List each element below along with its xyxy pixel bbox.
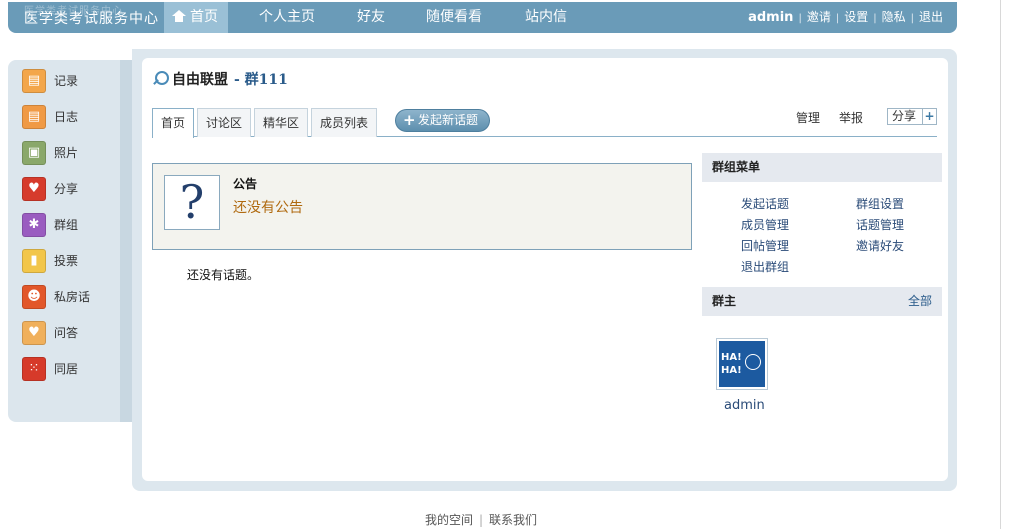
group-icon: ✱ [22,213,46,237]
privacy-link[interactable]: 隐私 [882,10,906,24]
nav-home[interactable]: 首页 [164,2,228,33]
sidebar-item-label: 投票 [54,254,79,268]
user-links: admin | 邀请 | 设置 | 隐私 | 退出 [748,10,943,25]
nav-explore[interactable]: 随便看看 [426,2,482,33]
plus-icon: + [403,111,416,129]
logout-link[interactable]: 退出 [919,10,943,24]
avatar[interactable]: HA! HA! [716,338,768,390]
owner-header: 群主 全部 [702,287,942,316]
nav-messages[interactable]: 站内信 [525,2,567,33]
tab-discussion[interactable]: 讨论区 [197,108,252,137]
page-edge-divider [1000,0,1001,529]
menu-leave-group[interactable]: 退出群组 [741,258,789,275]
sidebar-item-label: 群组 [54,218,79,232]
group-menu-title: 群组菜单 [712,160,761,174]
settings-link[interactable]: 设置 [844,10,868,24]
sidebar-item-label: 同居 [54,362,79,376]
share-label: 分享 [892,109,917,123]
footer-my-space-link[interactable]: 我的空间 [425,513,473,527]
tab-home[interactable]: 首页 [152,108,195,138]
top-nav-bar: 医学类考试服务中心 医学类考试服务中心 首页 个人主页 好友 随便看看 站内信 … [8,2,957,33]
search-group-icon [152,70,169,86]
menu-topic-manage[interactable]: 话题管理 [856,216,904,233]
menu-reply-manage[interactable]: 回帖管理 [741,237,789,254]
question-mark-icon: ? [164,175,220,230]
footer-contact-link[interactable]: 联系我们 [489,513,537,527]
owl-icon: ☻ [22,285,46,309]
invite-link[interactable]: 邀请 [807,10,831,24]
dice-icon: ⁙ [22,357,46,381]
logo-faint-text: 医学类考试服务中心 [24,6,123,17]
notepad-icon: ▤ [22,69,46,93]
nav-home-label: 首页 [190,9,218,25]
sidebar-item-label: 分享 [54,182,79,196]
avatar-image: HA! HA! [719,341,765,387]
group-menu-header: 群组菜单 [702,153,942,182]
group-name: 自由联盟 [172,72,228,88]
sidebar-item-label: 私房话 [54,290,91,304]
footer: 我的空间 | 联系我们 [424,513,538,527]
nav-profile[interactable]: 个人主页 [259,2,315,33]
owner-all-link[interactable]: 全部 [908,287,932,316]
group-subtitle: - 群111 [234,72,288,88]
report-link[interactable]: 举报 [839,109,863,126]
tab-featured[interactable]: 精华区 [254,108,309,137]
new-topic-label: 发起新话题 [418,113,479,127]
bar-chart-icon: ▮ [22,249,46,273]
plus-icon: + [922,109,936,124]
new-topic-button[interactable]: + 发起新话题 [395,109,490,132]
username-link[interactable]: admin [748,10,793,25]
site-logo[interactable]: 医学类考试服务中心 医学类考试服务中心 [24,6,159,28]
nav-friends[interactable]: 好友 [357,2,385,33]
owner-title: 群主 [712,294,737,308]
photo-icon: ▣ [22,141,46,165]
share-button[interactable]: 分享 + [887,108,937,125]
tab-members[interactable]: 成员列表 [311,108,378,137]
sidebar-item-label: 照片 [54,146,79,160]
sidebar-item-label: 日志 [54,110,79,124]
heart-icon: ♥ [22,177,46,201]
page-title: 自由联盟 - 群111 [152,69,288,89]
menu-member-manage[interactable]: 成员管理 [741,216,789,233]
empty-topics-message: 还没有话题。 [187,268,260,282]
announcement-title: 公告 [233,177,258,191]
owner-name-link[interactable]: admin [724,398,765,413]
menu-start-topic[interactable]: 发起话题 [741,195,789,212]
menu-group-settings[interactable]: 群组设置 [856,195,904,212]
manage-link[interactable]: 管理 [796,109,820,126]
home-icon [172,10,186,22]
announcement-box: ? 公告 还没有公告 [152,163,692,250]
sidebar-item-label: 记录 [54,74,79,88]
sidebar-divider [120,60,132,422]
announcement-text: 还没有公告 [233,200,303,216]
sidebar-item-label: 问答 [54,326,79,340]
notebook-icon: ▤ [22,105,46,129]
heart-card-icon: ♥ [22,321,46,345]
sun-icon [745,354,761,370]
menu-invite-friends[interactable]: 邀请好友 [856,237,904,254]
